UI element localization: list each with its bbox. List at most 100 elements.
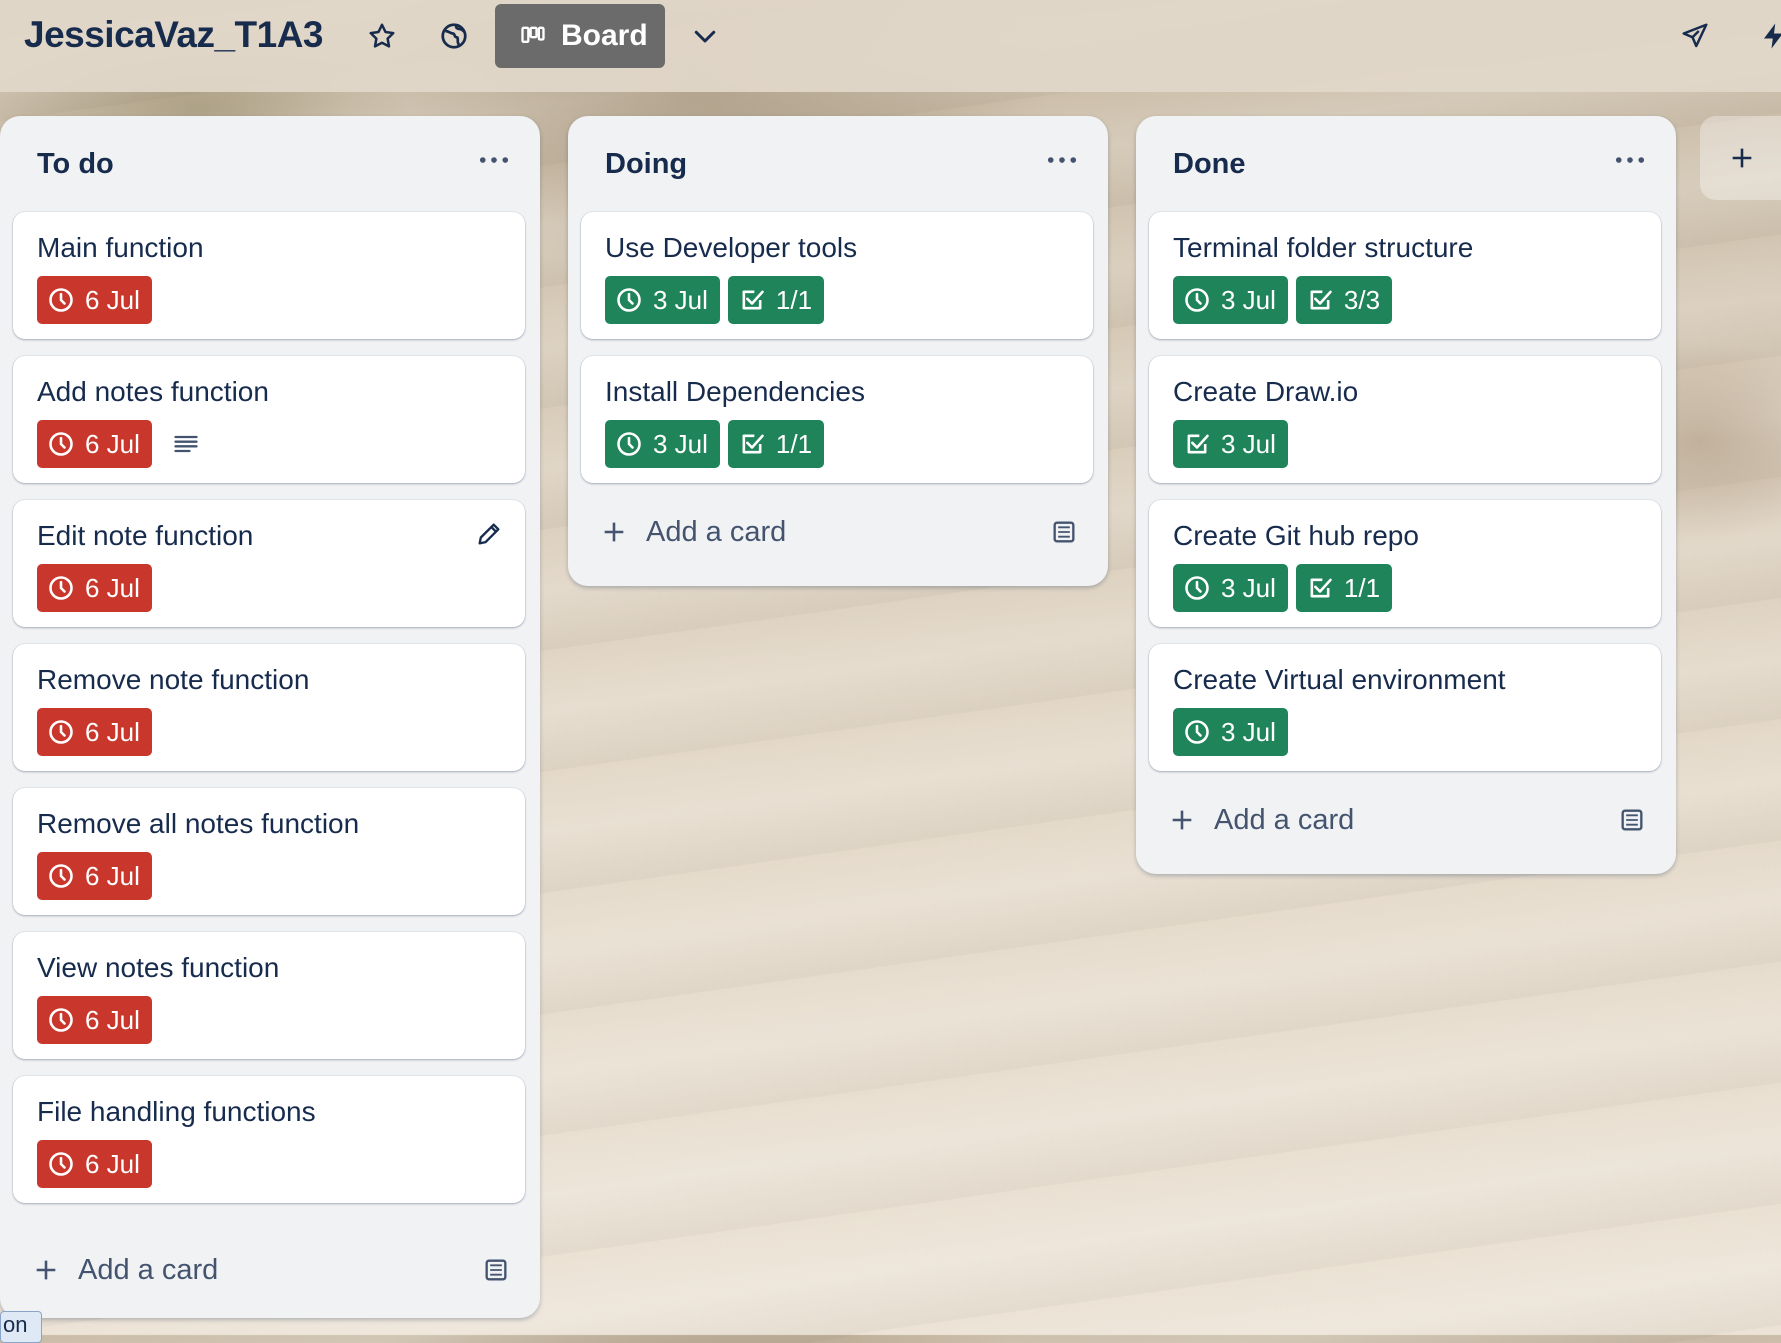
- due-date-badge[interactable]: 3 Jul: [1173, 420, 1288, 468]
- clock-icon: [47, 1150, 85, 1178]
- board-header: JessicaVaz_T1A3 Board: [0, 0, 1781, 92]
- lightning-icon[interactable]: [1752, 14, 1781, 58]
- card[interactable]: Install Dependencies 3 Jul 1/1: [581, 356, 1093, 483]
- due-date-badge[interactable]: 6 Jul: [37, 420, 152, 468]
- checkbox-icon: [1306, 286, 1344, 314]
- card-template-icon[interactable]: [1050, 518, 1078, 546]
- board-view-button[interactable]: Board: [495, 4, 665, 68]
- due-date-text: 6 Jul: [85, 1004, 140, 1035]
- card-template-icon[interactable]: [1618, 806, 1646, 834]
- due-date-badge[interactable]: 6 Jul: [37, 996, 152, 1044]
- checkbox-icon: [738, 430, 776, 458]
- due-date-badge[interactable]: 3 Jul: [1173, 564, 1288, 612]
- plus-icon: [600, 518, 628, 546]
- add-card-label: Add a card: [78, 1253, 219, 1286]
- star-icon[interactable]: [360, 14, 404, 58]
- due-date-badge[interactable]: 6 Jul: [37, 708, 152, 756]
- due-date-badge[interactable]: 3 Jul: [1173, 276, 1288, 324]
- card-badges: 6 Jul: [37, 564, 160, 612]
- list-title[interactable]: Done: [1173, 148, 1246, 181]
- due-date-badge[interactable]: 6 Jul: [37, 564, 152, 612]
- card[interactable]: Remove note function 6 Jul: [13, 644, 525, 771]
- due-date-text: 6 Jul: [85, 428, 140, 459]
- card-badges: 6 Jul: [37, 1140, 160, 1188]
- list-doing: Doing Use Developer tools 3 Jul 1/1 Install …: [568, 116, 1108, 586]
- board-icon: [521, 26, 545, 43]
- card-badges: 3 Jul: [1173, 708, 1296, 756]
- board-view-label: Board: [561, 19, 648, 52]
- chevron-down-icon[interactable]: [683, 14, 727, 58]
- list-header: Doing: [568, 116, 1108, 212]
- card[interactable]: Terminal folder structure 3 Jul 3/3: [1149, 212, 1661, 339]
- due-date-badge[interactable]: 6 Jul: [37, 276, 152, 324]
- clock-icon: [615, 286, 653, 314]
- due-date-badge[interactable]: 6 Jul: [37, 1140, 152, 1188]
- card-title: Create Virtual environment: [1173, 664, 1506, 695]
- clock-icon: [1183, 574, 1221, 602]
- card[interactable]: Create Git hub repo 3 Jul 1/1: [1149, 500, 1661, 627]
- card-title: Create Git hub repo: [1173, 520, 1419, 551]
- plus-icon: [1168, 806, 1196, 834]
- card-title: Remove note function: [37, 664, 310, 695]
- add-card-button[interactable]: Add a card: [0, 1238, 540, 1302]
- card-title: Add notes function: [37, 376, 269, 407]
- add-card-button[interactable]: Add a card: [568, 500, 1108, 564]
- card[interactable]: Edit note function 6 Jul: [13, 500, 525, 627]
- card-badges: 6 Jul: [37, 852, 160, 900]
- card[interactable]: Remove all notes function 6 Jul: [13, 788, 525, 915]
- card[interactable]: Main function 6 Jul: [13, 212, 525, 339]
- add-card-button[interactable]: Add a card: [1136, 788, 1676, 852]
- edit-pencil-icon[interactable]: [475, 520, 503, 548]
- list-menu-icon[interactable]: [1038, 140, 1086, 180]
- card-title: File handling functions: [37, 1096, 316, 1127]
- clock-icon: [47, 286, 85, 314]
- card-title: Use Developer tools: [605, 232, 858, 263]
- clock-icon: [1183, 718, 1221, 746]
- checklist-badge: 1/1: [1295, 564, 1393, 612]
- add-card-label: Add a card: [646, 515, 787, 548]
- card-badges: 3 Jul 1/1: [605, 276, 832, 324]
- card-template-icon[interactable]: [482, 1256, 510, 1284]
- card-title: Remove all notes function: [37, 808, 360, 839]
- rocket-icon[interactable]: [1673, 14, 1717, 58]
- card-badges: 3 Jul 3/3: [1173, 276, 1400, 324]
- checkbox-icon: [1183, 430, 1221, 458]
- tooltip: on: [0, 1311, 42, 1343]
- card[interactable]: File handling functions 6 Jul: [13, 1076, 525, 1203]
- due-date-badge[interactable]: 3 Jul: [605, 420, 720, 468]
- clock-icon: [47, 1006, 85, 1034]
- card[interactable]: Create Virtual environment 3 Jul: [1149, 644, 1661, 771]
- list-header: To do: [0, 116, 540, 212]
- list-menu-icon[interactable]: [1606, 140, 1654, 180]
- list-title[interactable]: Doing: [605, 148, 687, 181]
- card[interactable]: Create Draw.io 3 Jul: [1149, 356, 1661, 483]
- clock-icon: [615, 430, 653, 458]
- list-title[interactable]: To do: [37, 148, 114, 181]
- card-badges: 3 Jul 1/1: [1173, 564, 1400, 612]
- card[interactable]: View notes function 6 Jul: [13, 932, 525, 1059]
- due-date-badge[interactable]: 6 Jul: [37, 852, 152, 900]
- clock-icon: [47, 862, 85, 890]
- board-title[interactable]: JessicaVaz_T1A3: [24, 14, 324, 56]
- due-date-badge[interactable]: 3 Jul: [605, 276, 720, 324]
- card-badges: 6 Jul: [37, 420, 200, 468]
- checklist-count: 1/1: [775, 284, 813, 315]
- card-title: Install Dependencies: [605, 376, 865, 407]
- add-list-button[interactable]: [1700, 116, 1781, 200]
- checklist-badge: 1/1: [727, 420, 825, 468]
- due-date-text: 6 Jul: [85, 860, 140, 891]
- card[interactable]: Add notes function 6 Jul: [13, 356, 525, 483]
- list-menu-icon[interactable]: [470, 140, 518, 180]
- card-badges: 6 Jul: [37, 708, 160, 756]
- checklist-badge: 3/3: [1295, 276, 1393, 324]
- card[interactable]: Use Developer tools 3 Jul 1/1: [581, 212, 1093, 339]
- list-done: Done Terminal folder structure 3 Jul 3/3 Cre…: [1136, 116, 1676, 874]
- checklist-count: 1/1: [775, 428, 813, 459]
- due-date-text: 3 Jul: [1221, 284, 1276, 315]
- due-date-text: 6 Jul: [85, 716, 140, 747]
- globe-icon[interactable]: [432, 14, 476, 58]
- checklist-badge: 1/1: [727, 276, 825, 324]
- due-date-text: 6 Jul: [85, 572, 140, 603]
- due-date-badge[interactable]: 3 Jul: [1173, 708, 1288, 756]
- card-title: View notes function: [37, 952, 280, 983]
